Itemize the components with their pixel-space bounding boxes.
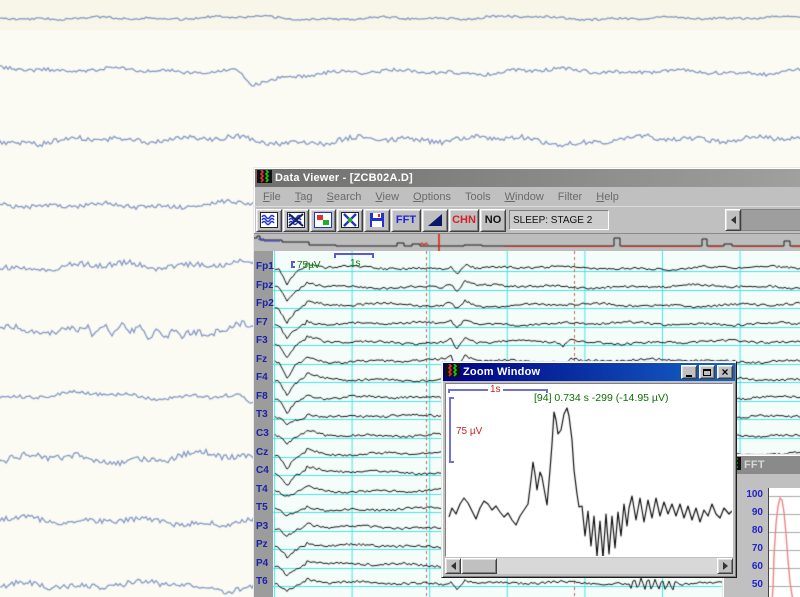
channel-label-fp1: Fp1 — [256, 262, 274, 272]
zoom-waveform[interactable] — [446, 384, 733, 556]
menu-window[interactable]: Window — [500, 191, 553, 203]
menu-help[interactable]: Help — [591, 191, 628, 203]
channel-label-cz: Cz — [256, 448, 268, 458]
channel-label-t4: T4 — [256, 485, 268, 495]
minimize-icon — [686, 375, 692, 377]
fft-spectrum-curve — [769, 488, 800, 597]
zoom-waveform-panel[interactable]: 1s [94] 0.734 s -299 (-14.95 µV) 75 µV — [445, 383, 733, 557]
right-arrow-icon — [723, 562, 728, 570]
channel-label-p4: P4 — [256, 559, 268, 569]
triangle-button[interactable] — [422, 209, 448, 232]
floppy-icon — [368, 212, 386, 228]
no-button-label: NO — [485, 214, 502, 226]
fft-title: FFT — [744, 459, 800, 471]
toolbar: FFT CHN NO SLEEP: STAGE 2 — [254, 206, 800, 233]
channel-label-fpz: Fpz — [256, 281, 273, 291]
fft-tick-50: 50 — [723, 579, 763, 590]
menu-tools[interactable]: Tools — [460, 191, 500, 203]
hypnogram-overview[interactable] — [254, 233, 800, 251]
channel-label-c4: C4 — [256, 466, 269, 476]
screen: Data Viewer - [ZCB02A.D] FileTagSearchVi… — [0, 0, 800, 597]
signal-traces-icon — [445, 364, 460, 380]
channel-label-p3: P3 — [256, 522, 268, 532]
data-viewer-title: Data Viewer - [ZCB02A.D] — [275, 172, 800, 184]
channel-label-pz: Pz — [256, 540, 268, 550]
triangle-icon — [426, 212, 444, 228]
zoom-cursor-annotation: [94] 0.734 s -299 (-14.95 µV) — [534, 392, 668, 404]
channel-label-fz: Fz — [256, 355, 267, 365]
scroll-right-button[interactable] — [717, 558, 733, 574]
minimize-button[interactable] — [681, 365, 697, 379]
menu-options[interactable]: Options — [408, 191, 460, 203]
zoom-window-titlebar[interactable]: Zoom Window × — [443, 363, 735, 381]
channel-label-fp2: Fp2 — [256, 299, 274, 309]
color-tiles-button[interactable] — [310, 209, 336, 232]
zoom-window-caption-buttons: × — [681, 365, 733, 379]
waves-crossed-button[interactable] — [283, 209, 309, 232]
menu-file[interactable]: File — [258, 191, 290, 203]
zoom-amplitude-label: 75 µV — [456, 426, 482, 437]
signal-traces-icon — [257, 170, 272, 186]
fft-button[interactable]: FFT — [391, 209, 421, 232]
overview-scroll-left-button[interactable] — [725, 209, 741, 231]
scroll-track[interactable] — [497, 558, 717, 574]
channel-label-f8: F8 — [256, 392, 268, 402]
close-button[interactable]: × — [717, 365, 733, 379]
zoom-amplitude-bracket — [449, 397, 454, 463]
left-arrow-icon — [731, 216, 736, 224]
channel-label-c3: C3 — [256, 429, 269, 439]
overview-scroll-track[interactable] — [741, 209, 800, 231]
channel-label-t6: T6 — [256, 577, 268, 587]
blue-x-button[interactable] — [337, 209, 363, 232]
waves-icon — [260, 212, 278, 228]
channel-label-f3: F3 — [256, 336, 268, 346]
channel-label-t3: T3 — [256, 410, 268, 420]
color-tiles-icon — [314, 212, 332, 228]
left-arrow-icon — [451, 562, 456, 570]
waves-button[interactable] — [256, 209, 282, 232]
scroll-left-button[interactable] — [445, 558, 461, 574]
maximize-button[interactable] — [699, 365, 715, 379]
menu-view[interactable]: View — [370, 191, 408, 203]
fft-button-label: FFT — [396, 214, 416, 226]
menu-filter[interactable]: Filter — [553, 191, 591, 203]
close-icon: × — [721, 367, 728, 377]
chn-button-label: CHN — [452, 214, 476, 226]
zoom-time-label: 1s — [488, 384, 503, 395]
no-button[interactable]: NO — [480, 209, 506, 232]
zoom-scrollbar — [445, 558, 733, 574]
blue-x-icon — [341, 212, 359, 228]
scroll-thumb[interactable] — [461, 558, 497, 574]
data-viewer-titlebar[interactable]: Data Viewer - [ZCB02A.D] — [255, 169, 800, 187]
channel-label-gutter: Fp1 Fpz Fp2 F7 F3 Fz F4 F8 T3 C3 Cz C4 T4 T5 P3 Pz P4 T6 — [254, 251, 273, 597]
channel-label-f7: F7 — [256, 318, 268, 328]
menu-search[interactable]: Search — [322, 191, 371, 203]
menu-tag[interactable]: Tag — [290, 191, 322, 203]
channel-label-t5: T5 — [256, 503, 268, 513]
chn-button[interactable]: CHN — [449, 209, 479, 232]
waves-x-icon — [287, 212, 305, 228]
channel-label-f4: F4 — [256, 373, 268, 383]
sleep-stage-field[interactable]: SLEEP: STAGE 2 — [509, 210, 609, 230]
fft-plot-area — [768, 488, 800, 597]
zoom-window: Zoom Window × 1s [94] 0.734 s -299 (-14.… — [441, 361, 737, 578]
save-button[interactable] — [364, 209, 390, 232]
maximize-icon — [703, 369, 711, 376]
zoom-window-title: Zoom Window — [463, 366, 678, 378]
menu-bar: FileTagSearchViewOptionsToolsWindowFilte… — [254, 188, 800, 206]
